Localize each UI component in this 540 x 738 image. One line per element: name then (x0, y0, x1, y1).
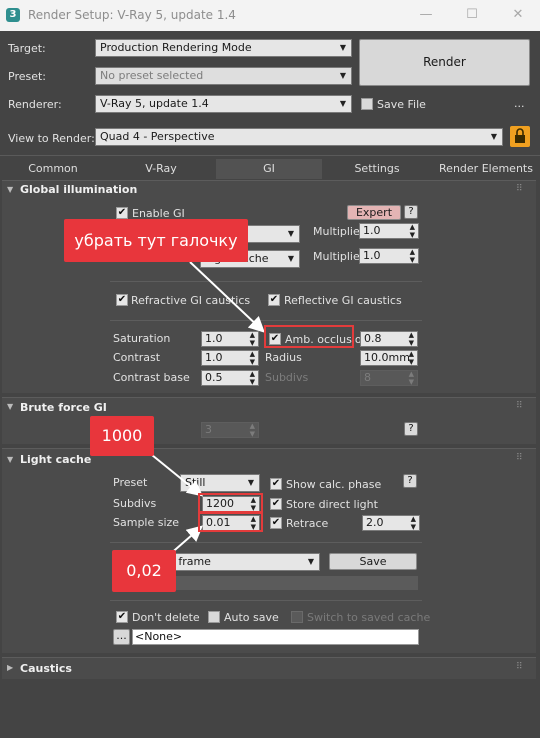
highlight-subdivs (198, 493, 263, 513)
highlight-amb-occlusion (264, 325, 354, 348)
annotation-sample-0-02: 0,02 (112, 550, 176, 592)
arrow-to-subdivs (151, 454, 204, 497)
annotation-subdivs-1000: 1000 (90, 416, 154, 456)
highlight-sample-size (198, 512, 263, 532)
annotation-remove-checkbox: убрать тут галочку (64, 219, 248, 262)
arrow-to-amb-occlusion (189, 261, 265, 333)
annotation-arrows (151, 261, 265, 557)
